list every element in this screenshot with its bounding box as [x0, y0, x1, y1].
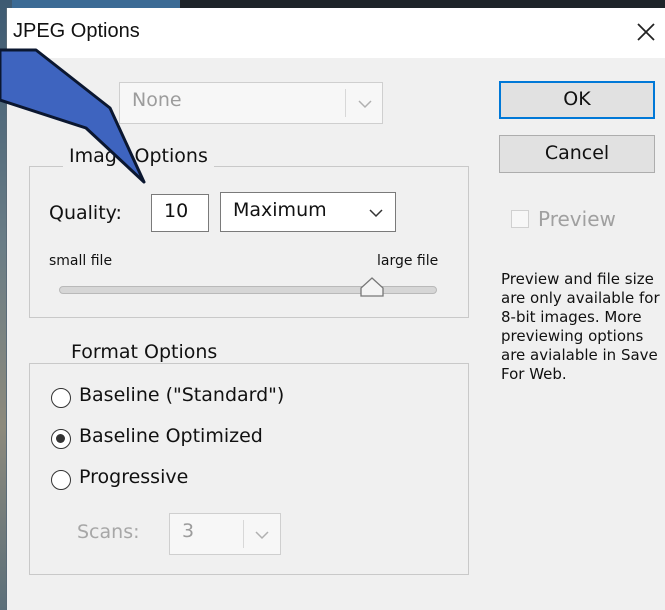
- screen: JPEG Options Matte: None OK Cancel Image…: [0, 0, 665, 610]
- format-options-legend: Format Options: [65, 341, 224, 363]
- preview-checkbox[interactable]: [511, 210, 529, 228]
- cancel-button-label: Cancel: [544, 142, 610, 164]
- radio-progressive-label: Progressive: [79, 466, 189, 488]
- quality-preset-dropdown[interactable]: Maximum: [220, 192, 396, 232]
- cancel-button[interactable]: Cancel: [499, 135, 655, 173]
- chevron-down-icon: [358, 100, 372, 109]
- ok-button-label: OK: [563, 88, 591, 110]
- image-options-group: [29, 166, 469, 318]
- quality-label: Quality:: [49, 202, 122, 224]
- chevron-down-icon: [255, 531, 269, 540]
- dropdown-separator: [243, 520, 244, 548]
- ok-button[interactable]: OK: [499, 81, 655, 119]
- chevron-down-icon: [369, 209, 383, 218]
- slider-thumb-icon[interactable]: [359, 276, 385, 298]
- radio-baseline-optimized-label: Baseline Optimized: [79, 425, 263, 447]
- radio-selected-dot: [56, 434, 65, 443]
- radio-progressive[interactable]: [51, 470, 71, 490]
- scans-dropdown[interactable]: 3: [169, 513, 281, 555]
- scans-label: Scans:: [77, 521, 140, 543]
- quality-preset-value: Maximum: [233, 199, 327, 221]
- image-options-legend: Image Options: [63, 145, 214, 167]
- slider-min-label: small file: [49, 253, 113, 269]
- dialog-titlebar: JPEG Options: [7, 8, 665, 58]
- dropdown-separator: [345, 89, 346, 117]
- close-icon[interactable]: [632, 18, 660, 46]
- matte-label: Matte:: [19, 90, 81, 112]
- matte-value: None: [132, 89, 182, 111]
- slider-max-label: large file: [377, 253, 439, 269]
- scans-value: 3: [182, 520, 195, 542]
- matte-dropdown[interactable]: None: [119, 82, 383, 124]
- preview-info-text: Preview and file size are only available…: [501, 270, 660, 383]
- jpeg-options-dialog: JPEG Options Matte: None OK Cancel Image…: [6, 8, 665, 610]
- radio-baseline-standard-label: Baseline ("Standard"): [79, 384, 285, 406]
- preview-label: Preview: [538, 207, 616, 231]
- dialog-title: JPEG Options: [13, 20, 140, 42]
- radio-baseline-optimized[interactable]: [51, 429, 71, 449]
- radio-baseline-standard[interactable]: [51, 388, 71, 408]
- quality-input[interactable]: 10: [151, 194, 209, 232]
